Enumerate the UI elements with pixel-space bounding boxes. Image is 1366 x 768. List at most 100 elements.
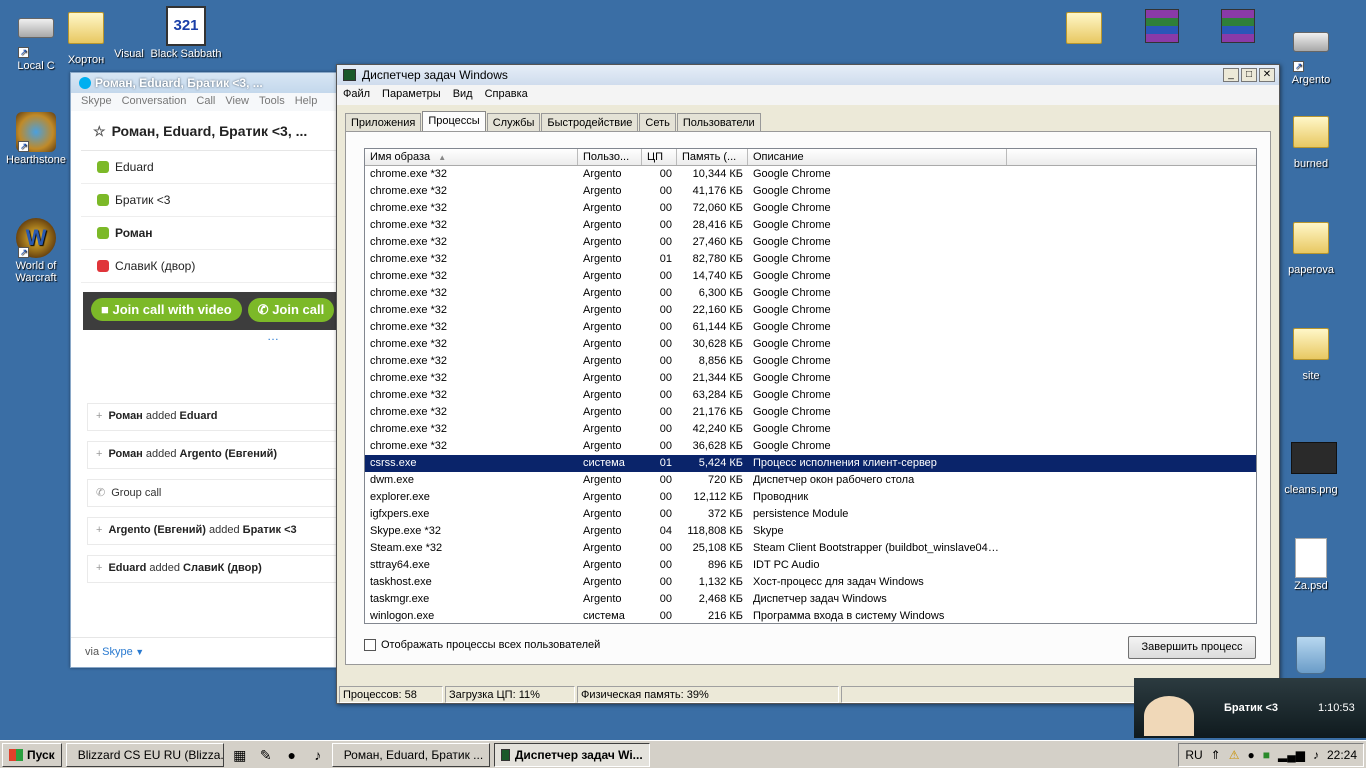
desktop-icon-argento[interactable]: ↗ Argento [1271, 20, 1351, 86]
tab-applications[interactable]: Приложения [345, 113, 422, 131]
volume-icon[interactable]: ♪ [1313, 748, 1319, 762]
process-row[interactable]: chrome.exe *32 Argento 00 30,628 КБ Google C… [365, 336, 1256, 353]
process-row[interactable]: chrome.exe *32 Argento 00 27,460 КБ Google C… [365, 234, 1256, 251]
process-row[interactable]: chrome.exe *32 Argento 00 8,856 КБ Google Ch… [365, 353, 1256, 370]
show-all-processes[interactable]: Отображать процессы всех пользователей [364, 639, 600, 651]
media-player-icon[interactable]: ▦ [230, 745, 250, 765]
process-row[interactable]: Skype.exe *32 Argento 04 118,808 КБ Skype [365, 523, 1256, 540]
desktop-icon-top-folder[interactable] [1044, 6, 1124, 54]
taskbar-button-task-manager[interactable]: Диспетчер задач Wi... [493, 742, 650, 767]
audio-icon[interactable]: ♪ [308, 745, 328, 765]
task-manager-window[interactable]: Диспетчер задач Windows _ □ ✕ Файл Параме… [336, 64, 1280, 704]
warning-icon[interactable]: ⚠ [1229, 748, 1240, 762]
desktop-icon-rar-1[interactable] [1122, 6, 1202, 51]
network-signal-icon[interactable]: ▂▄▆ [1278, 748, 1305, 762]
process-row[interactable]: chrome.exe *32 Argento 00 41,176 КБ Google C… [365, 183, 1256, 200]
language-indicator[interactable]: RU [1185, 748, 1202, 762]
column-description[interactable]: Описание [748, 149, 1007, 165]
process-row[interactable]: taskhost.exe Argento 00 1,132 КБ Хост-процес… [365, 574, 1256, 591]
taskbar-button-skype[interactable]: Роман, Eduard, Братик ... [331, 742, 490, 767]
participant-roman[interactable]: Роман [81, 217, 337, 250]
task-manager-titlebar[interactable]: Диспетчер задач Windows _ □ ✕ [337, 65, 1279, 85]
skype-menu-tools[interactable]: Tools [259, 95, 285, 107]
desktop-icon-site[interactable]: site [1271, 322, 1351, 382]
process-image-name: chrome.exe *32 [370, 321, 448, 333]
process-row[interactable]: chrome.exe *32 Argento 00 21,344 КБ Google C… [365, 370, 1256, 387]
show-all-processes-checkbox[interactable] [364, 639, 376, 651]
process-row[interactable]: dwm.exe Argento 00 720 КБ Диспетчер окон раб… [365, 472, 1256, 489]
desktop-icon-wow[interactable]: W ↗ World of Warcraft [0, 218, 76, 284]
process-row[interactable]: explorer.exe Argento 00 12,112 КБ Проводник [365, 489, 1256, 506]
process-row[interactable]: sttray64.exe Argento 00 896 КБ IDT PC Audio [365, 557, 1256, 574]
tab-services[interactable]: Службы [486, 113, 541, 131]
process-row[interactable]: igfxpers.exe Argento 00 372 КБ persistence M… [365, 506, 1256, 523]
skype-menu-view[interactable]: View [225, 95, 249, 107]
desktop-icon-paperova[interactable]: paperova [1271, 216, 1351, 276]
process-row[interactable]: chrome.exe *32 Argento 00 63,284 КБ Google C… [365, 387, 1256, 404]
process-row[interactable]: chrome.exe *32 Argento 00 14,740 КБ Google C… [365, 268, 1256, 285]
tab-networking[interactable]: Сеть [639, 113, 676, 131]
column-cpu[interactable]: ЦП [642, 149, 677, 165]
steam-tray-icon[interactable]: ● [1248, 748, 1255, 762]
process-row[interactable]: chrome.exe *32 Argento 00 22,160 КБ Google C… [365, 302, 1256, 319]
process-list[interactable]: Имя образа ▲ Пользо... ЦП Память (... Опи… [364, 148, 1257, 624]
start-button[interactable]: Пуск [2, 742, 62, 767]
tab-processes[interactable]: Процессы [422, 111, 486, 131]
taskbar-button-chrome[interactable]: Blizzard CS EU RU (Blizza... [65, 742, 224, 767]
menu-help[interactable]: Справка [485, 88, 528, 100]
process-row[interactable]: taskmgr.exe Argento 00 2,468 КБ Диспетчер за… [365, 591, 1256, 608]
desktop-icon-black-sabbath[interactable]: 321 Black Sabbath [146, 6, 226, 60]
process-row[interactable]: chrome.exe *32 Argento 00 21,176 КБ Google C… [365, 404, 1256, 421]
process-row[interactable]: chrome.exe *32 Argento 01 82,780 КБ Google C… [365, 251, 1256, 268]
process-row[interactable]: chrome.exe *32 Argento 00 6,300 КБ Google Ch… [365, 285, 1256, 302]
process-row[interactable]: winlogon.exe система 00 216 КБ Программа вхо… [365, 608, 1256, 623]
favorite-star-icon[interactable]: ☆ [93, 123, 106, 139]
desktop-icon-burned[interactable]: burned [1271, 110, 1351, 170]
steam-icon[interactable]: ● [282, 745, 302, 765]
column-user[interactable]: Пользо... [578, 149, 642, 165]
desktop-icon-cleans-png[interactable]: cleans.png [1271, 436, 1351, 496]
desktop-icon-hearthstone[interactable]: ↗ Hearthstone [0, 112, 76, 166]
skype-menu-skype[interactable]: Skype [81, 95, 112, 107]
column-image-name[interactable]: Имя образа ▲ [365, 149, 578, 165]
nvidia-icon[interactable]: ■ [1263, 748, 1270, 762]
menu-options[interactable]: Параметры [382, 88, 441, 100]
participant-slavik[interactable]: СлавиК (двор) [81, 250, 337, 283]
end-process-button[interactable]: Завершить процесс [1128, 636, 1256, 659]
chevron-down-icon[interactable]: ▼ [133, 647, 144, 657]
process-row[interactable]: chrome.exe *32 Argento 00 42,240 КБ Google C… [365, 421, 1256, 438]
skype-titlebar[interactable]: Роман, Eduard, Братик <3, ... [71, 73, 337, 93]
skype-call-notification[interactable]: Братик <3 1:10:53 [1134, 678, 1366, 738]
skype-menu-call[interactable]: Call [196, 95, 215, 107]
process-row[interactable]: Steam.exe *32 Argento 00 25,108 КБ Steam Cli… [365, 540, 1256, 557]
tab-users[interactable]: Пользователи [676, 113, 761, 131]
minimize-button[interactable]: _ [1223, 68, 1239, 82]
desktop-icon-rar-2[interactable] [1198, 6, 1278, 51]
desktop-icon-za-psd[interactable]: Za.psd [1271, 538, 1351, 592]
menu-view[interactable]: Вид [453, 88, 473, 100]
skype-window[interactable]: Роман, Eduard, Братик <3, ... Skype Conve… [70, 72, 339, 668]
more-dots-icon[interactable]: … [267, 329, 279, 343]
participant-bratik[interactable]: Братик <3 [81, 184, 337, 217]
process-row[interactable]: csrss.exe система 01 5,424 КБ Процесс исполн… [365, 455, 1256, 472]
process-row[interactable]: chrome.exe *32 Argento 00 28,416 КБ Google C… [365, 217, 1256, 234]
join-call-button[interactable]: ✆ Join call [247, 298, 335, 322]
desktop-icon-recycle-bin[interactable] [1271, 636, 1351, 678]
process-row[interactable]: chrome.exe *32 Argento 00 36,628 КБ Google C… [365, 438, 1256, 455]
via-skype-link[interactable]: Skype [102, 646, 133, 658]
menu-file[interactable]: Файл [343, 88, 370, 100]
column-memory[interactable]: Память (... [677, 149, 748, 165]
participant-eduard[interactable]: Eduard [81, 151, 337, 184]
skype-menu-conversation[interactable]: Conversation [122, 95, 187, 107]
process-row[interactable]: chrome.exe *32 Argento 00 72,060 КБ Google C… [365, 200, 1256, 217]
process-row[interactable]: chrome.exe *32 Argento 00 10,344 КБ Google C… [365, 166, 1256, 183]
process-row[interactable]: chrome.exe *32 Argento 00 61,144 КБ Google C… [365, 319, 1256, 336]
clock[interactable]: 22:24 [1327, 748, 1357, 762]
notepad-icon[interactable]: ✎ [256, 745, 276, 765]
tab-performance[interactable]: Быстродействие [541, 113, 639, 131]
join-call-with-video-button[interactable]: ■ Join call with video [91, 298, 242, 321]
show-hidden-icons-icon[interactable]: ⇑ [1211, 748, 1221, 762]
maximize-button[interactable]: □ [1241, 68, 1257, 82]
close-button[interactable]: ✕ [1259, 68, 1275, 82]
skype-menu-help[interactable]: Help [295, 95, 318, 107]
